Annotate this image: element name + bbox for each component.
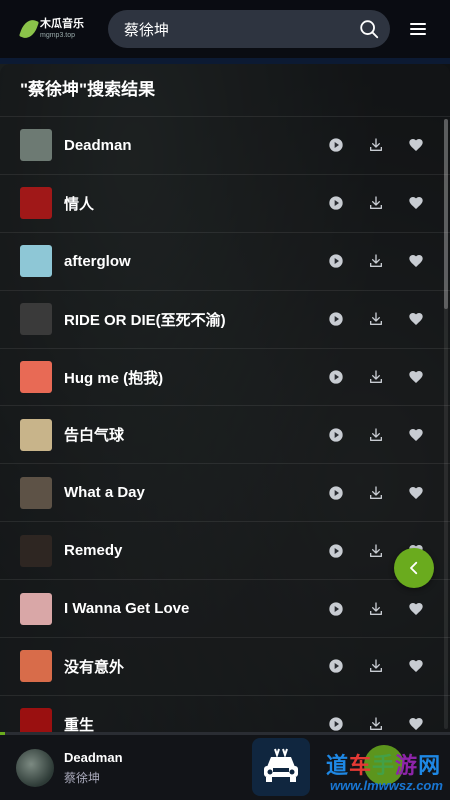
song-title: What a Day bbox=[64, 484, 145, 502]
play-circle-icon[interactable] bbox=[326, 541, 346, 561]
heart-icon[interactable] bbox=[406, 135, 426, 155]
song-row[interactable]: 重生 bbox=[0, 696, 450, 732]
search-bar bbox=[108, 10, 390, 48]
now-playing-artist: 蔡徐坤 bbox=[64, 770, 101, 785]
download-icon[interactable] bbox=[366, 251, 386, 271]
song-cover bbox=[20, 476, 52, 509]
watermark-char: 道 bbox=[326, 754, 350, 779]
play-circle-icon[interactable] bbox=[326, 599, 346, 619]
play-circle-icon[interactable] bbox=[326, 251, 346, 271]
now-playing-cover[interactable] bbox=[16, 748, 54, 787]
play-circle-icon[interactable] bbox=[326, 656, 346, 676]
song-title: Hug me (抱我) bbox=[64, 369, 164, 387]
song-cover bbox=[20, 534, 52, 567]
header: 木瓜音乐 mgmp3.top bbox=[0, 0, 450, 58]
menu-icon[interactable] bbox=[410, 20, 426, 38]
download-icon[interactable] bbox=[366, 541, 386, 561]
scrollbar-thumb[interactable] bbox=[444, 119, 448, 309]
search-results-panel: "蔡徐坤"搜索结果 Deadman 情人 afterglow RIDE OR DIE(… bbox=[0, 64, 450, 732]
song-title: 告白气球 bbox=[64, 427, 125, 445]
download-icon[interactable] bbox=[366, 656, 386, 676]
app-logo[interactable]: 木瓜音乐 mgmp3.top bbox=[19, 17, 100, 41]
search-input[interactable] bbox=[122, 19, 358, 39]
download-icon[interactable] bbox=[366, 425, 386, 445]
song-row[interactable]: Remedy bbox=[0, 522, 450, 581]
song-cover bbox=[20, 708, 52, 732]
logo-name: 木瓜音乐 bbox=[40, 18, 84, 30]
chevron-left-icon bbox=[410, 561, 418, 575]
watermark-char: 网 bbox=[418, 754, 442, 779]
song-cover bbox=[20, 303, 52, 336]
play-circle-icon[interactable] bbox=[326, 425, 346, 445]
heart-icon[interactable] bbox=[406, 483, 426, 503]
heart-icon[interactable] bbox=[406, 714, 426, 732]
play-circle-icon[interactable] bbox=[326, 135, 346, 155]
play-circle-icon[interactable] bbox=[326, 193, 346, 213]
watermark-char: 游 bbox=[395, 754, 419, 779]
song-title: Remedy bbox=[64, 542, 123, 560]
heart-icon[interactable] bbox=[406, 367, 426, 387]
song-title: 重生 bbox=[64, 716, 95, 732]
song-cover bbox=[20, 245, 52, 278]
watermark-text: 道车手游网 bbox=[326, 748, 441, 780]
song-row[interactable]: Deadman bbox=[0, 117, 450, 175]
song-row[interactable]: I Wanna Get Love bbox=[0, 580, 450, 639]
download-icon[interactable] bbox=[366, 714, 386, 732]
download-icon[interactable] bbox=[366, 483, 386, 503]
song-cover bbox=[20, 592, 52, 625]
download-icon[interactable] bbox=[366, 135, 386, 155]
play-circle-icon[interactable] bbox=[326, 309, 346, 329]
song-cover bbox=[20, 129, 52, 162]
song-row[interactable]: What a Day bbox=[0, 464, 450, 523]
song-row[interactable]: RIDE OR DIE(至死不渝) bbox=[0, 291, 450, 349]
now-playing-title: Deadman bbox=[64, 749, 123, 765]
watermark-char: 手 bbox=[372, 754, 396, 779]
song-row[interactable]: afterglow bbox=[0, 233, 450, 291]
back-button[interactable] bbox=[394, 548, 434, 588]
car-logo-icon bbox=[252, 738, 310, 796]
song-row[interactable]: 情人 bbox=[0, 175, 450, 233]
results-title: "蔡徐坤"搜索结果 bbox=[0, 64, 450, 117]
song-title: afterglow bbox=[64, 252, 131, 270]
watermark-char: 车 bbox=[349, 754, 373, 779]
heart-icon[interactable] bbox=[406, 193, 426, 213]
song-cover bbox=[20, 187, 52, 220]
song-title: Deadman bbox=[64, 136, 132, 154]
heart-icon[interactable] bbox=[406, 656, 426, 676]
download-icon[interactable] bbox=[366, 367, 386, 387]
song-title: I Wanna Get Love bbox=[64, 600, 190, 618]
watermark-url: www.lmwwsz.com bbox=[330, 778, 443, 793]
logo-site: mgmp3.top bbox=[40, 32, 76, 39]
song-row[interactable]: 告白气球 bbox=[0, 406, 450, 465]
song-title: 没有意外 bbox=[64, 658, 125, 676]
heart-icon[interactable] bbox=[406, 251, 426, 271]
play-circle-icon[interactable] bbox=[326, 367, 346, 387]
song-cover bbox=[20, 361, 52, 393]
download-icon[interactable] bbox=[366, 193, 386, 213]
song-row[interactable]: Hug me (抱我) bbox=[0, 349, 450, 407]
song-title: RIDE OR DIE(至死不渝) bbox=[64, 311, 226, 329]
play-circle-icon[interactable] bbox=[326, 483, 346, 503]
song-row[interactable]: 没有意外 bbox=[0, 638, 450, 696]
download-icon[interactable] bbox=[366, 599, 386, 619]
song-title: 情人 bbox=[64, 195, 95, 213]
heart-icon[interactable] bbox=[406, 309, 426, 329]
play-circle-icon[interactable] bbox=[326, 714, 346, 732]
search-icon[interactable] bbox=[358, 18, 380, 40]
song-cover bbox=[20, 418, 52, 451]
download-icon[interactable] bbox=[366, 309, 386, 329]
song-cover bbox=[20, 650, 52, 683]
heart-icon[interactable] bbox=[406, 425, 426, 445]
leaf-icon bbox=[19, 17, 39, 41]
heart-icon[interactable] bbox=[406, 599, 426, 619]
scrollbar[interactable] bbox=[444, 119, 448, 729]
song-list: Deadman 情人 afterglow RIDE OR DIE(至死不渝) Hug m… bbox=[0, 117, 450, 732]
